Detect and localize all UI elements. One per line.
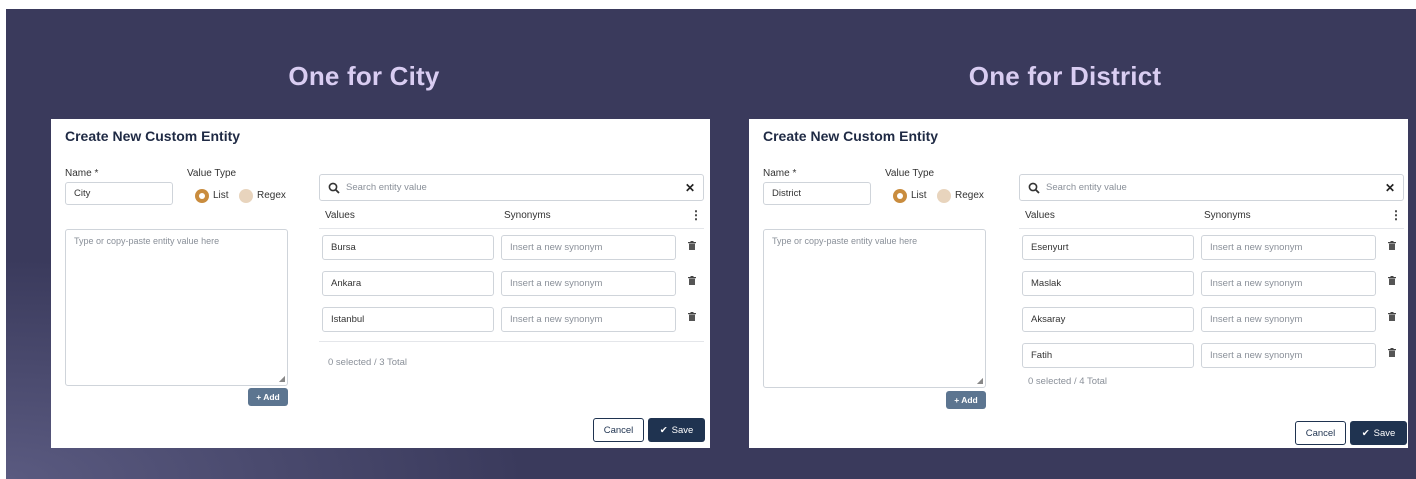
- divider: [319, 228, 704, 229]
- synonym-input[interactable]: Insert a new synonym: [501, 307, 676, 332]
- search-icon: [328, 182, 340, 194]
- value-input[interactable]: Aksaray: [1022, 307, 1194, 332]
- trash-icon[interactable]: [688, 312, 696, 321]
- name-label: Name *: [65, 168, 99, 179]
- regex-radio[interactable]: [239, 189, 253, 203]
- save-button[interactable]: ✔ Save: [1350, 421, 1407, 445]
- check-icon: ✔: [1361, 427, 1370, 439]
- check-icon: ✔: [659, 424, 668, 436]
- list-radio-label: List: [213, 190, 229, 201]
- trash-icon[interactable]: [688, 276, 696, 285]
- textarea-placeholder: Type or copy-paste entity value here: [74, 236, 220, 246]
- city-heading: One for City: [288, 61, 440, 91]
- save-label: Save: [671, 424, 694, 436]
- selection-status: 0 selected / 3 Total: [328, 357, 408, 368]
- values-textarea[interactable]: Type or copy-paste entity value here ◢: [65, 229, 288, 386]
- city-entity-dialog: Create New Custom Entity Name * City Val…: [51, 119, 710, 448]
- save-label: Save: [1373, 427, 1396, 439]
- textarea-placeholder: Type or copy-paste entity value here: [772, 236, 918, 246]
- regex-radio-label: Regex: [257, 190, 286, 201]
- dialog-title: Create New Custom Entity: [763, 128, 939, 144]
- synonym-input[interactable]: Insert a new synonym: [1201, 235, 1376, 260]
- synonym-input[interactable]: Insert a new synonym: [1201, 307, 1376, 332]
- close-icon[interactable]: ✕: [1385, 181, 1395, 195]
- selection-status: 0 selected / 4 Total: [1028, 376, 1108, 387]
- values-column-header: Values: [1025, 210, 1055, 221]
- value-input[interactable]: Bursa: [322, 235, 494, 260]
- search-placeholder: Search entity value: [1046, 182, 1127, 193]
- more-options-icon[interactable]: ⋮: [1390, 208, 1402, 222]
- search-box[interactable]: Search entity value ✕: [319, 174, 704, 201]
- synonym-input[interactable]: Insert a new synonym: [1201, 271, 1376, 296]
- cancel-button[interactable]: Cancel: [593, 418, 644, 442]
- more-options-icon[interactable]: ⋮: [690, 208, 702, 222]
- district-heading: One for District: [968, 61, 1162, 91]
- close-icon[interactable]: ✕: [685, 181, 695, 195]
- regex-radio[interactable]: [937, 189, 951, 203]
- trash-icon[interactable]: [1388, 348, 1396, 357]
- search-box[interactable]: Search entity value ✕: [1019, 174, 1404, 201]
- trash-icon[interactable]: [688, 241, 696, 250]
- search-placeholder: Search entity value: [346, 182, 427, 193]
- value-input[interactable]: Istanbul: [322, 307, 494, 332]
- value-input[interactable]: Maslak: [1022, 271, 1194, 296]
- resize-handle-icon[interactable]: ◢: [977, 376, 983, 385]
- value-input[interactable]: Esenyurt: [1022, 235, 1194, 260]
- divider: [319, 341, 704, 342]
- add-button[interactable]: + Add: [248, 388, 288, 406]
- trash-icon[interactable]: [1388, 241, 1396, 250]
- slide-background: One for City One for District Create New…: [6, 9, 1416, 479]
- save-button[interactable]: ✔ Save: [648, 418, 705, 442]
- dialog-title: Create New Custom Entity: [65, 128, 241, 144]
- divider: [1019, 228, 1404, 229]
- resize-handle-icon[interactable]: ◢: [279, 374, 285, 383]
- values-column-header: Values: [325, 210, 355, 221]
- synonyms-column-header: Synonyms: [1204, 210, 1251, 221]
- regex-radio-label: Regex: [955, 190, 984, 201]
- district-entity-dialog: Create New Custom Entity Name * District…: [749, 119, 1408, 448]
- synonyms-column-header: Synonyms: [504, 210, 551, 221]
- name-input[interactable]: City: [65, 182, 173, 205]
- value-type-label: Value Type: [885, 168, 935, 179]
- trash-icon[interactable]: [1388, 276, 1396, 285]
- list-radio-label: List: [911, 190, 927, 201]
- value-input[interactable]: Fatih: [1022, 343, 1194, 368]
- search-icon: [1028, 182, 1040, 194]
- cancel-button[interactable]: Cancel: [1295, 421, 1346, 445]
- synonym-input[interactable]: Insert a new synonym: [501, 235, 676, 260]
- synonym-input[interactable]: Insert a new synonym: [501, 271, 676, 296]
- values-textarea[interactable]: Type or copy-paste entity value here ◢: [763, 229, 986, 388]
- name-label: Name *: [763, 168, 797, 179]
- value-type-label: Value Type: [187, 168, 237, 179]
- synonym-input[interactable]: Insert a new synonym: [1201, 343, 1376, 368]
- list-radio[interactable]: [893, 189, 907, 203]
- value-input[interactable]: Ankara: [322, 271, 494, 296]
- trash-icon[interactable]: [1388, 312, 1396, 321]
- name-input[interactable]: District: [763, 182, 871, 205]
- add-button[interactable]: + Add: [946, 391, 986, 409]
- list-radio[interactable]: [195, 189, 209, 203]
